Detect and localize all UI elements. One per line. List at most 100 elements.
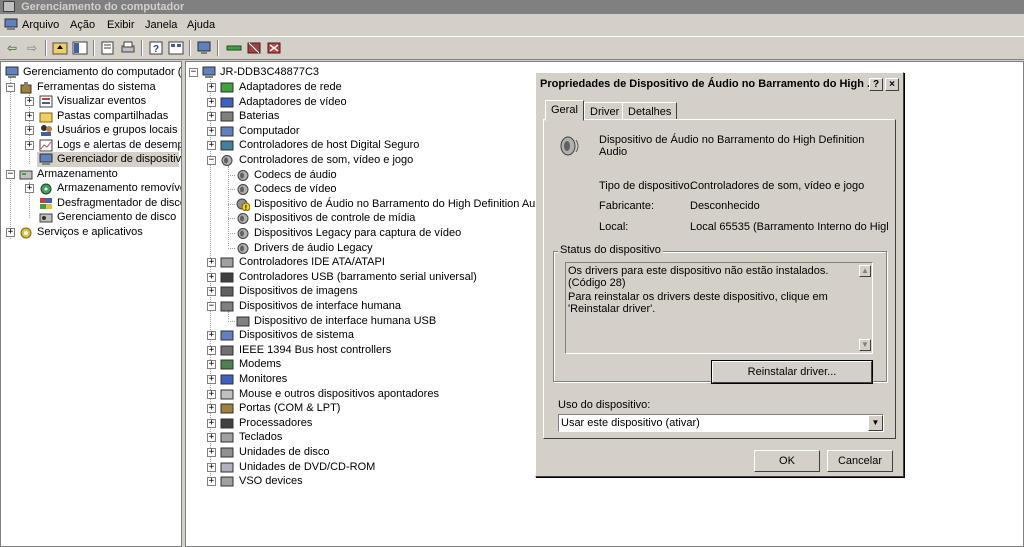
tree-connector <box>228 247 235 249</box>
app-menu-icon[interactable] <box>4 18 18 31</box>
ok-button[interactable]: OK <box>754 450 820 472</box>
tab-detalhes[interactable]: Detalhes <box>622 102 678 120</box>
menu-arquivo[interactable]: Arquivo <box>22 18 59 32</box>
expand-toggle[interactable]: + <box>207 477 216 487</box>
expand-toggle[interactable]: + <box>207 462 216 472</box>
expand-toggle[interactable]: + <box>25 184 34 193</box>
forward-arrow-icon[interactable]: ⇨ <box>24 40 40 56</box>
close-button[interactable]: × <box>885 78 899 91</box>
device-tree-label: Computador <box>239 124 300 137</box>
up-folder-icon[interactable] <box>52 40 68 56</box>
services-icon <box>19 226 33 239</box>
expand-toggle[interactable]: + <box>207 258 216 268</box>
display-icon <box>220 96 234 109</box>
update-driver-icon[interactable] <box>226 40 242 56</box>
show-hide-tree-icon[interactable] <box>72 40 88 56</box>
device-usage-select[interactable]: Usar este dispositivo (ativar) ▼ <box>558 414 884 432</box>
general-tab-panel: Dispositivo de Áudio no Barramento do Hi… <box>543 119 896 439</box>
usb-icon <box>220 271 234 284</box>
expand-toggle[interactable]: + <box>25 141 34 150</box>
tree-item-label: Pastas compartilhadas <box>57 110 169 122</box>
device-tree-label: VSO devices <box>239 475 303 488</box>
properties-icon[interactable] <box>100 40 116 56</box>
disable-device-icon[interactable] <box>246 40 262 56</box>
expand-toggle[interactable]: + <box>207 272 216 282</box>
view-icon[interactable] <box>168 40 184 56</box>
device-tree-label: Dispositivos de imagens <box>239 285 358 298</box>
collapse-toggle[interactable]: − <box>6 170 15 179</box>
device-tree-label: Adaptadores de rede <box>239 81 342 93</box>
toolbar-separator <box>45 40 47 56</box>
modem-icon <box>220 358 234 371</box>
device-properties-dialog: Propriedades de Dispositivo de Áudio no … <box>535 72 904 477</box>
menu-exibir[interactable]: Exibir <box>107 18 135 32</box>
reinstall-driver-button[interactable]: Reinstalar driver... <box>711 360 873 384</box>
tab-geral[interactable]: Geral <box>545 100 584 121</box>
firewire-icon <box>220 344 234 357</box>
dialog-title-bar: Propriedades de Dispositivo de Áudio no … <box>538 75 901 93</box>
expand-toggle[interactable]: + <box>207 448 216 457</box>
expand-toggle[interactable]: + <box>25 126 34 135</box>
tree-connector <box>228 203 235 205</box>
scroll-down-arrow-icon[interactable]: ▼ <box>859 339 871 351</box>
collapse-toggle[interactable]: − <box>6 83 15 92</box>
expand-toggle[interactable]: + <box>25 97 34 106</box>
back-arrow-icon[interactable]: ⇦ <box>4 40 20 56</box>
hid-icon <box>236 315 250 328</box>
help-icon[interactable]: ? <box>148 40 164 56</box>
expand-toggle[interactable]: + <box>207 360 216 370</box>
expand-toggle[interactable]: + <box>207 287 216 297</box>
collapse-toggle[interactable]: − <box>207 302 216 311</box>
menu-janela[interactable]: Janela <box>145 18 177 32</box>
expand-toggle[interactable]: + <box>207 375 216 384</box>
menu-bar: Arquivo Ação Exibir Janela Ajuda <box>0 15 1024 35</box>
toolbar-separator <box>141 40 143 56</box>
expand-toggle[interactable]: + <box>207 345 216 355</box>
device-tree-label: Unidades de disco <box>239 446 330 458</box>
menu-ajuda[interactable]: Ajuda <box>187 18 215 32</box>
device-tree-label: Unidades de DVD/CD-ROM <box>239 460 376 473</box>
expand-toggle[interactable]: + <box>207 389 216 399</box>
expand-toggle[interactable]: + <box>207 126 216 136</box>
collapse-toggle[interactable]: − <box>189 68 198 77</box>
expand-toggle[interactable]: + <box>25 112 34 121</box>
expand-toggle[interactable]: + <box>207 433 216 443</box>
tree-item-device-manager[interactable]: Gerenciador de dispositivos <box>37 152 181 167</box>
print-icon[interactable] <box>120 40 136 56</box>
keyboard-icon <box>220 431 234 444</box>
expand-toggle[interactable]: + <box>207 83 216 92</box>
device-status-text[interactable]: Os drivers para este dispositivo não est… <box>565 262 873 354</box>
tree-item-label: Logs e alertas de desempenho <box>57 139 181 151</box>
device-tree-label: Dispositivos Legacy para captura de víde… <box>254 227 462 239</box>
tree-connector <box>228 233 235 234</box>
battery-icon <box>220 110 234 123</box>
device-tree-label: Mouse e outros dispositivos apontadores <box>239 387 439 400</box>
help-button[interactable]: ? <box>869 78 883 91</box>
device-tree-label: Adaptadores de vídeo <box>239 95 347 108</box>
mouse-icon <box>220 388 234 401</box>
cancel-button[interactable]: Cancelar <box>827 450 893 472</box>
expand-toggle[interactable]: + <box>207 97 216 107</box>
device-tree-label: Dispositivo de interface humana USB <box>254 314 437 327</box>
device-tree-label: Processadores <box>239 416 313 429</box>
scroll-up-arrow-icon[interactable]: ▲ <box>859 265 871 277</box>
expand-toggle[interactable]: + <box>207 331 216 341</box>
dropdown-arrow-icon[interactable]: ▼ <box>868 415 883 431</box>
expand-toggle[interactable]: + <box>207 141 216 151</box>
expand-toggle[interactable]: + <box>207 404 216 414</box>
dvd-icon <box>220 461 234 474</box>
expand-toggle[interactable]: + <box>207 112 216 122</box>
device-usage-value: Usar este dispositivo (ativar) <box>561 417 700 429</box>
uninstall-device-icon[interactable] <box>266 40 282 56</box>
device-manager-icon <box>39 153 53 166</box>
menu-acao[interactable]: Ação <box>70 18 95 32</box>
scan-hardware-icon[interactable] <box>196 40 212 56</box>
expand-toggle[interactable]: + <box>6 228 15 237</box>
device-tree-label: Teclados <box>239 431 283 444</box>
expand-toggle[interactable]: + <box>207 418 216 428</box>
tree-connector <box>228 218 235 220</box>
tree-item-label: Gerenciamento de disco <box>57 211 177 223</box>
tab-driver[interactable]: Driver <box>584 102 626 120</box>
collapse-toggle[interactable]: − <box>207 156 216 165</box>
sound-icon <box>236 227 250 240</box>
